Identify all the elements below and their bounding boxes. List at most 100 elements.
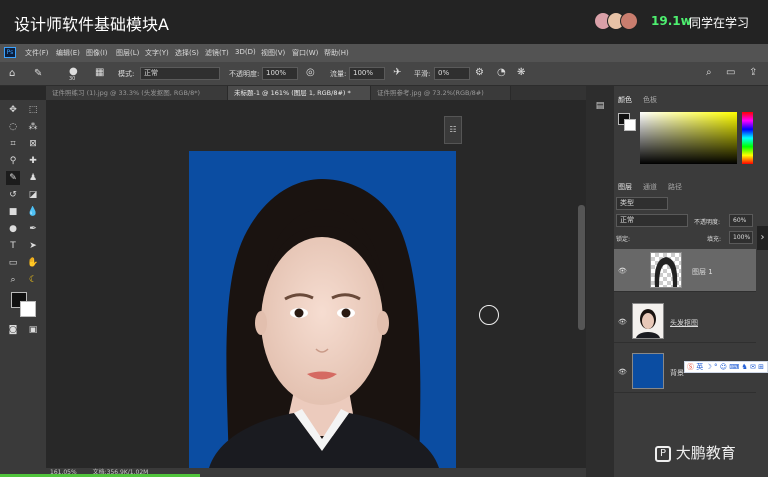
- eye-icon[interactable]: 👁: [618, 368, 627, 376]
- lock-label: 锁定:: [616, 236, 631, 243]
- menu-type[interactable]: 文字(Y): [145, 48, 169, 58]
- color-picker-field[interactable]: [640, 112, 737, 164]
- layer-filter-select[interactable]: 类型: [616, 197, 668, 210]
- background-color-swatch[interactable]: [624, 119, 636, 131]
- eye-icon[interactable]: 👁: [618, 267, 627, 275]
- flow-label: 流量:: [330, 70, 347, 78]
- eye-icon[interactable]: 👁: [618, 318, 627, 326]
- tab-document-3[interactable]: 证件照参考.jpg @ 73.2%(RGB/8#): [371, 86, 511, 100]
- fill-label: 填充:: [707, 236, 722, 243]
- frame-tool-icon[interactable]: ⊠: [26, 137, 40, 151]
- tab-channels[interactable]: 通道: [643, 182, 657, 192]
- layer-thumbnail: [650, 252, 682, 288]
- path-select-tool-icon[interactable]: ➤: [26, 239, 40, 253]
- watermark: P 大鹏教育: [655, 442, 736, 463]
- pressure-opacity-icon[interactable]: ◎: [306, 68, 315, 78]
- ime-logo-icon: Ⓢ: [687, 363, 694, 371]
- airbrush-icon[interactable]: ✈: [393, 68, 401, 78]
- history-panel-icon[interactable]: ▤: [593, 99, 607, 113]
- history-brush-tool-icon[interactable]: ↺: [6, 188, 20, 202]
- mode-label: 模式:: [118, 70, 135, 78]
- pen-tool-icon[interactable]: ✒: [26, 222, 40, 236]
- gear-icon[interactable]: ⚙: [475, 68, 484, 78]
- menu-view[interactable]: 视图(V): [261, 48, 285, 58]
- layer-opacity-input[interactable]: 60%: [729, 214, 753, 227]
- brush-tool-icon[interactable]: ✎: [6, 171, 20, 185]
- canvas-scrollbar[interactable]: [578, 205, 585, 330]
- layer-row[interactable]: 👁 图层 1: [614, 249, 756, 292]
- ime-tools-icon[interactable]: ☽ ° ☺ ⌨ ♞ ✉ ⊞: [705, 363, 764, 371]
- mode-select[interactable]: 正常: [140, 67, 220, 80]
- brush-panel-icon[interactable]: ▦: [95, 68, 104, 78]
- search-icon[interactable]: ⌕: [706, 68, 712, 78]
- move-tool-icon[interactable]: ✥: [6, 103, 20, 117]
- share-icon[interactable]: ⇪: [749, 68, 757, 78]
- crop-tool-icon[interactable]: ⌗: [6, 137, 20, 151]
- eyedropper-tool-icon[interactable]: ⚲: [6, 154, 20, 168]
- viewer-count: 19.1w: [651, 14, 692, 28]
- screen-mode-icon[interactable]: ▣: [26, 323, 40, 337]
- brush-tool-icon[interactable]: ✎: [34, 69, 42, 79]
- portrait-photo: [209, 179, 439, 468]
- hand-tool-icon[interactable]: ✋: [26, 256, 40, 270]
- eraser-tool-icon[interactable]: ◪: [26, 188, 40, 202]
- avatar: [620, 12, 638, 30]
- viewer-label: 同学在学习: [689, 16, 750, 30]
- flow-input[interactable]: 100%: [349, 67, 385, 80]
- background-color-swatch[interactable]: [20, 301, 36, 317]
- angle-icon[interactable]: ◔: [497, 68, 506, 78]
- properties-mini-icon[interactable]: ☷: [444, 116, 462, 144]
- expand-panel-button[interactable]: ›: [757, 226, 768, 250]
- tab-document-1[interactable]: 证件照练习 (1).jpg @ 33.3% (头发抠图, RGB/8*): [46, 86, 228, 100]
- tab-paths[interactable]: 路径: [668, 182, 682, 192]
- gradient-tool-icon[interactable]: ■: [6, 205, 20, 219]
- quick-mask-icon[interactable]: ◙: [6, 323, 20, 337]
- layer-name[interactable]: 图层 1: [692, 267, 713, 277]
- blend-mode-select[interactable]: 正常: [616, 214, 688, 227]
- dodge-tool-icon[interactable]: ●: [6, 222, 20, 236]
- type-tool-icon[interactable]: T: [6, 239, 20, 253]
- layer-row[interactable]: 👁 头发抠图: [614, 300, 756, 343]
- smooth-input[interactable]: 0%: [434, 67, 470, 80]
- document-canvas[interactable]: [189, 151, 456, 468]
- tab-swatches[interactable]: 色板: [643, 95, 657, 105]
- workspace-icon[interactable]: ▭: [726, 68, 735, 78]
- opacity-input[interactable]: 100%: [262, 67, 298, 80]
- blur-tool-icon[interactable]: 💧: [26, 205, 40, 219]
- ime-language-label[interactable]: 英: [696, 363, 703, 371]
- watermark-text: 大鹏教育: [675, 444, 736, 462]
- layer-thumbnail: [632, 353, 664, 389]
- tab-layers[interactable]: 图层: [618, 182, 632, 192]
- menu-3d[interactable]: 3D(D): [235, 48, 256, 56]
- menu-edit[interactable]: 编辑(E): [56, 48, 80, 58]
- menu-help[interactable]: 帮助(H): [324, 48, 349, 58]
- menu-file[interactable]: 文件(F): [25, 48, 49, 58]
- home-icon[interactable]: ⌂: [9, 69, 15, 79]
- menu-image[interactable]: 图像(I): [86, 48, 108, 58]
- rectangle-tool-icon[interactable]: ▭: [6, 256, 20, 270]
- fill-input[interactable]: 100%: [729, 231, 753, 244]
- symmetry-icon[interactable]: ❋: [517, 68, 525, 78]
- brush-size: 30: [69, 76, 76, 82]
- menu-select[interactable]: 选择(S): [175, 48, 199, 58]
- marquee-tool-icon[interactable]: ⬚: [26, 103, 40, 117]
- layer-name[interactable]: 背景: [670, 368, 684, 378]
- lasso-tool-icon[interactable]: ◌: [6, 120, 20, 134]
- brush-cursor: [479, 305, 499, 325]
- layer-name[interactable]: 头发抠图: [670, 318, 698, 328]
- hue-slider[interactable]: [742, 112, 753, 164]
- layer-opacity-label: 不透明度:: [694, 219, 721, 226]
- banana-icon: ☾: [28, 275, 38, 285]
- course-title: 设计师软件基础模块A: [14, 15, 169, 34]
- healing-brush-tool-icon[interactable]: ✚: [26, 154, 40, 168]
- menu-window[interactable]: 窗口(W): [292, 48, 318, 58]
- ime-toolbar[interactable]: Ⓢ 英 ☽ ° ☺ ⌨ ♞ ✉ ⊞: [684, 361, 768, 373]
- menu-layer[interactable]: 图层(L): [116, 48, 139, 58]
- tab-document-2[interactable]: 未标题-1 @ 161% (图层 1, RGB/8#) *: [228, 86, 371, 100]
- menu-filter[interactable]: 滤镜(T): [205, 48, 229, 58]
- zoom-tool-icon[interactable]: ⌕: [6, 273, 20, 287]
- smooth-label: 平滑:: [414, 70, 431, 78]
- stamp-tool-icon[interactable]: ♟: [26, 171, 40, 185]
- tab-color[interactable]: 颜色: [618, 95, 632, 105]
- quick-select-tool-icon[interactable]: ⁂: [26, 120, 40, 134]
